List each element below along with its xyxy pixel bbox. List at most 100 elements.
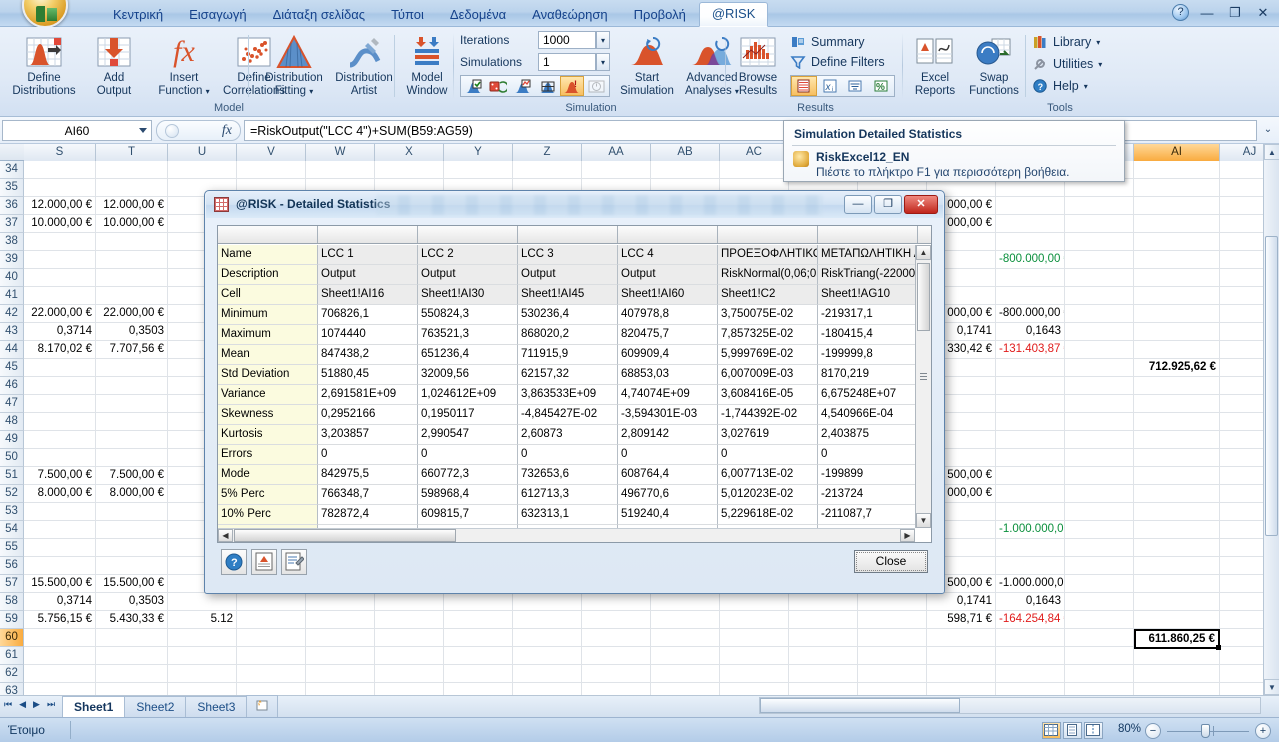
horizontal-scrollbar[interactable] <box>759 697 1261 714</box>
grid-cell[interactable] <box>1134 197 1220 215</box>
grid-cell-value[interactable]: 12.000,00 € <box>96 197 168 215</box>
grid-cell[interactable] <box>1065 341 1134 359</box>
define-filters-menu-item[interactable]: Define Filters <box>790 55 885 69</box>
grid-cell[interactable] <box>306 593 375 611</box>
grid-cell[interactable] <box>1065 233 1134 251</box>
grid-cell[interactable] <box>996 539 1065 557</box>
grid-cell[interactable] <box>1065 377 1134 395</box>
grid-cell[interactable] <box>1134 413 1220 431</box>
ribbon-tab-1[interactable]: Κεντρική <box>100 3 176 27</box>
grid-cell-value[interactable]: 15.500,00 € <box>24 575 96 593</box>
column-header-AA[interactable]: AA <box>582 144 651 161</box>
grid-cell[interactable] <box>996 377 1065 395</box>
grid-cell[interactable] <box>1134 665 1220 683</box>
cancel-enter-icon[interactable] <box>165 124 179 138</box>
grid-cell[interactable] <box>1134 647 1220 665</box>
row-header-48[interactable]: 48 <box>0 413 24 431</box>
grid-cell[interactable] <box>168 647 237 665</box>
grid-cell[interactable] <box>651 683 720 695</box>
row-header-42[interactable]: 42 <box>0 305 24 323</box>
grid-cell-value[interactable]: 15.500,00 € <box>96 575 168 593</box>
grid-cell-value[interactable]: 0,3714 <box>24 593 96 611</box>
grid-cell[interactable] <box>858 665 927 683</box>
row-header-60[interactable]: 60 <box>0 629 24 647</box>
grid-cell-value[interactable]: 8.170,02 € <box>24 341 96 359</box>
simulations-input[interactable]: 1 <box>538 53 596 71</box>
row-header-43[interactable]: 43 <box>0 323 24 341</box>
row-header-61[interactable]: 61 <box>0 647 24 665</box>
fill-handle[interactable] <box>1216 645 1221 650</box>
ribbon-tab-4[interactable]: Τύποι <box>378 3 437 27</box>
statistics-column-header[interactable] <box>718 226 818 243</box>
grid-cell-value[interactable]: 5.430,33 € <box>96 611 168 629</box>
sheet-nav-button-1[interactable]: ⏮ <box>4 699 12 710</box>
grid-cell[interactable] <box>444 683 513 695</box>
column-header-T[interactable]: T <box>96 144 168 161</box>
grid-cell[interactable] <box>720 665 789 683</box>
grid-cell[interactable] <box>513 593 582 611</box>
utilities-menu-item[interactable]: Utilities ▾ <box>1033 57 1102 71</box>
statistics-column-header[interactable] <box>618 226 718 243</box>
grid-cell[interactable] <box>1134 323 1220 341</box>
column-header-Y[interactable]: Y <box>444 144 513 161</box>
excel-reports-button[interactable]: Excel Reports <box>907 32 963 97</box>
grid-cell[interactable] <box>996 629 1065 647</box>
grid-cell[interactable] <box>96 413 168 431</box>
grid-cell[interactable] <box>1134 215 1220 233</box>
row-header-53[interactable]: 53 <box>0 503 24 521</box>
grid-cell[interactable] <box>168 629 237 647</box>
convergence-icon[interactable]: ! <box>559 76 585 96</box>
grid-cell[interactable] <box>927 647 996 665</box>
grid-cell[interactable] <box>1065 557 1134 575</box>
grid-cell-value[interactable]: 5.756,15 € <box>24 611 96 629</box>
dialog-minimize-button[interactable]: — <box>844 195 872 214</box>
grid-cell[interactable] <box>1134 503 1220 521</box>
grid-cell[interactable] <box>858 647 927 665</box>
zoom-slider[interactable]: − + <box>1145 723 1271 739</box>
grid-cell[interactable] <box>1134 233 1220 251</box>
row-header-34[interactable]: 34 <box>0 161 24 179</box>
grid-cell[interactable] <box>96 449 168 467</box>
grid-cell-value[interactable]: -164.254,84 € <box>996 611 1065 629</box>
chevron-down-icon[interactable]: ▾ <box>1084 82 1088 91</box>
grid-cell[interactable] <box>168 665 237 683</box>
row-header-39[interactable]: 39 <box>0 251 24 269</box>
grid-cell[interactable] <box>96 233 168 251</box>
progress-icon[interactable] <box>584 76 609 96</box>
statistics-vertical-scrollbar[interactable]: ▲ ▼ <box>915 245 931 528</box>
grid-cell-value[interactable]: -131.403,87 € <box>996 341 1065 359</box>
grid-cell[interactable] <box>720 161 789 179</box>
grid-cell[interactable] <box>789 683 858 695</box>
grid-cell[interactable] <box>237 647 306 665</box>
percentile-icon[interactable]: % <box>868 76 894 96</box>
grid-cell[interactable] <box>1065 449 1134 467</box>
grid-cell[interactable] <box>1065 467 1134 485</box>
grid-cell[interactable] <box>1065 665 1134 683</box>
summary-menu-item[interactable]: Summary <box>790 35 864 49</box>
grid-cell-value[interactable]: 7.500,00 € <box>24 467 96 485</box>
grid-cell[interactable] <box>375 593 444 611</box>
grid-cell[interactable] <box>24 179 96 197</box>
grid-cell-value[interactable]: 0,3503 <box>96 593 168 611</box>
grid-cell-value[interactable]: -800.000,00 € <box>996 251 1065 269</box>
grid-cell[interactable] <box>1065 593 1134 611</box>
maximize-button[interactable]: ❐ <box>1225 5 1245 21</box>
row-header-55[interactable]: 55 <box>0 539 24 557</box>
grid-cell[interactable] <box>24 395 96 413</box>
grid-cell-value[interactable]: -1.000.000,00 € <box>996 521 1065 539</box>
grid-cell[interactable] <box>1065 683 1134 695</box>
scroll-up-arrow[interactable]: ▲ <box>1264 144 1279 160</box>
grid-cell[interactable] <box>651 665 720 683</box>
grid-cell[interactable] <box>996 431 1065 449</box>
statistics-column-header[interactable] <box>218 226 318 243</box>
grid-cell[interactable] <box>1065 269 1134 287</box>
grid-cell[interactable] <box>1134 683 1220 695</box>
grid-cell[interactable] <box>513 161 582 179</box>
row-header-35[interactable]: 35 <box>0 179 24 197</box>
grid-cell[interactable] <box>858 683 927 695</box>
grid-cell-value[interactable]: 10.000,00 € <box>96 215 168 233</box>
statistics-column-header[interactable] <box>818 226 918 243</box>
grid-cell[interactable] <box>1134 449 1220 467</box>
grid-cell[interactable] <box>96 539 168 557</box>
grid-cell[interactable] <box>96 161 168 179</box>
